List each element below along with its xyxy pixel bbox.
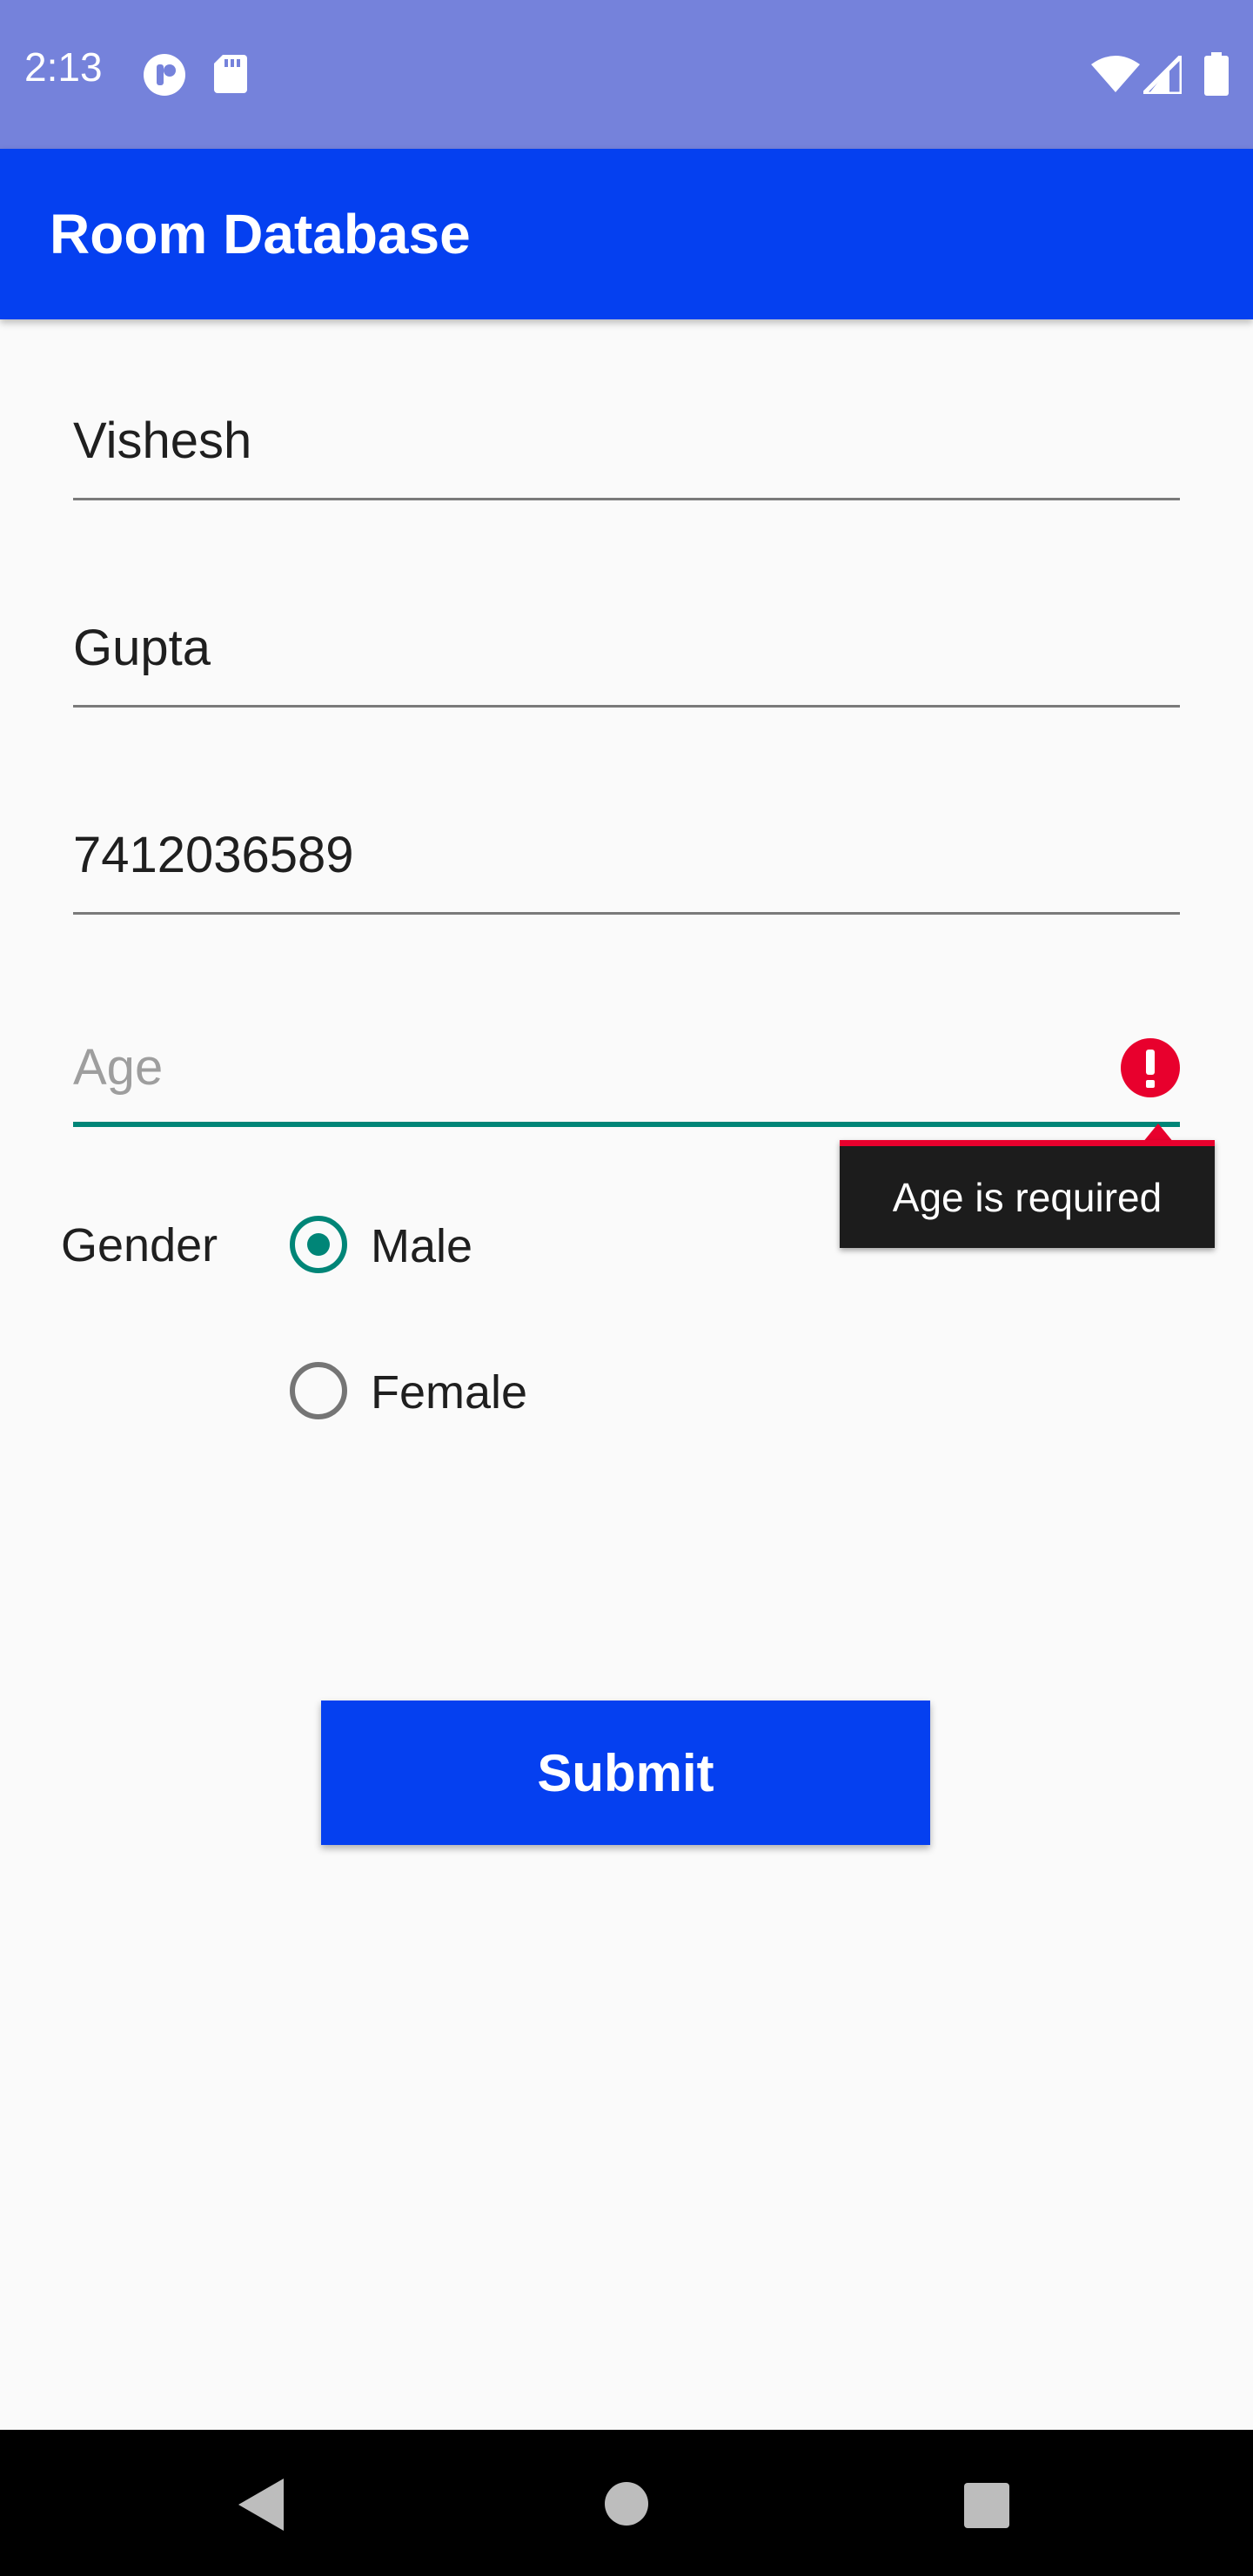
age-placeholder: Age [73,1039,164,1096]
sd-card-icon [214,55,247,97]
back-icon[interactable] [235,2477,287,2537]
radio-female[interactable]: Female [288,1358,723,1428]
radio-male-dot [307,1233,330,1256]
last-name-underline [73,705,1180,708]
age-underline [73,1122,1180,1127]
first-name-field[interactable]: Vishesh [73,405,1180,500]
app-title: Room Database [50,203,471,265]
error-tooltip: Age is required [840,1140,1215,1248]
radio-male-circle [290,1216,347,1273]
submit-button[interactable]: Submit [321,1701,930,1845]
phone-field[interactable]: 7412036589 [73,819,1180,915]
radio-male[interactable]: Male [288,1212,723,1282]
phone-value: 7412036589 [73,827,354,883]
radio-male-label: Male [371,1220,473,1272]
status-bar: 2:13 [0,0,1253,149]
nav-bar [0,2430,1253,2576]
signal-icon [1141,53,1184,98]
error-icon [1121,1038,1180,1102]
radio-female-label: Female [371,1366,528,1419]
app-bar: Room Database [0,149,1253,319]
home-icon[interactable] [605,2482,648,2530]
radio-female-circle [290,1362,347,1419]
battery-icon [1204,52,1229,100]
notification-app-icon [143,53,186,101]
phone-underline [73,912,1180,915]
gender-label: Gender [61,1219,218,1271]
age-field[interactable]: Age [73,1031,1180,1127]
recents-icon[interactable] [964,2483,1009,2532]
first-name-underline [73,498,1180,500]
status-time: 2:13 [24,44,103,90]
error-tooltip-text: Age is required [892,1174,1163,1220]
first-name-value: Vishesh [73,413,252,469]
last-name-value: Gupta [73,620,211,676]
wifi-icon [1091,56,1140,97]
last-name-field[interactable]: Gupta [73,612,1180,708]
